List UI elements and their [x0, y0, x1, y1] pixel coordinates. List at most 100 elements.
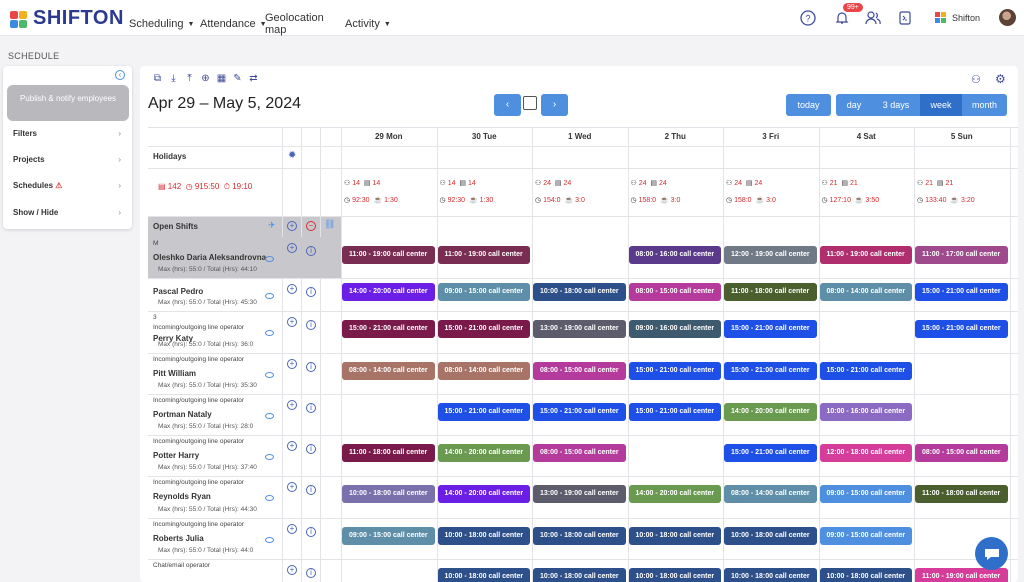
- eye-icon[interactable]: [265, 371, 274, 378]
- shift-block[interactable]: 11:00 - 18:00 call center: [342, 443, 435, 462]
- employee-name[interactable]: Pitt William: [153, 369, 196, 378]
- shift-block[interactable]: 08:00 - 14:00 call center: [437, 361, 530, 380]
- info-icon[interactable]: i: [306, 403, 316, 413]
- shift-block[interactable]: 10:00 - 18:00 call center: [724, 567, 817, 582]
- add-user-icon[interactable]: ⊕: [200, 73, 211, 84]
- previous-week-button[interactable]: ‹: [494, 94, 521, 116]
- eye-icon[interactable]: [265, 330, 274, 336]
- shift-block[interactable]: 09:00 - 15:00 call center: [342, 526, 435, 545]
- shift-block[interactable]: 10:00 - 18:00 call center: [342, 485, 435, 503]
- eye-icon[interactable]: [265, 292, 274, 299]
- calendar-picker-icon[interactable]: [523, 96, 537, 110]
- nav-activity[interactable]: Activity ▼: [345, 12, 395, 36]
- shift-block[interactable]: 11:00 - 17:00 call center: [915, 245, 1008, 264]
- shift-block[interactable]: 15:00 - 21:00 call center: [915, 320, 1008, 338]
- add-shift-icon[interactable]: +: [287, 359, 297, 369]
- edit-icon[interactable]: ✎: [232, 73, 243, 84]
- shift-block[interactable]: 14:00 - 20:00 call center: [628, 485, 721, 503]
- shift-block[interactable]: 08:00 - 16:00 call center: [628, 245, 721, 264]
- shift-block[interactable]: 10:00 - 18:00 call center: [533, 282, 626, 301]
- users-icon[interactable]: [864, 9, 882, 27]
- shift-block[interactable]: 11:00 - 19:00 call center: [819, 245, 912, 264]
- shift-block[interactable]: 10:00 - 18:00 call center: [628, 567, 721, 582]
- nav-scheduling[interactable]: Scheduling ▼: [129, 12, 200, 36]
- shift-block[interactable]: 08:00 - 15:00 call center: [915, 443, 1008, 462]
- employee-name[interactable]: Portman Nataly: [153, 410, 212, 419]
- collapse-sidebar-icon[interactable]: ‹: [115, 70, 125, 80]
- shift-block[interactable]: 08:00 - 14:00 call center: [724, 485, 817, 503]
- employee-name[interactable]: Oleshko Daria Aleksandrovna: [153, 253, 266, 262]
- shift-block[interactable]: 10:00 - 18:00 call center: [533, 526, 626, 545]
- copy-icon[interactable]: ⧉: [152, 73, 163, 84]
- shift-block[interactable]: 14:00 - 20:00 call center: [437, 485, 530, 503]
- info-icon[interactable]: i: [306, 568, 316, 578]
- shift-block[interactable]: 14:00 - 20:00 call center: [437, 443, 530, 462]
- shift-block[interactable]: 13:00 - 19:00 call center: [533, 485, 626, 503]
- help-icon[interactable]: ?: [799, 9, 817, 27]
- nav-attendance[interactable]: Attendance ▼: [200, 12, 267, 36]
- shift-block[interactable]: 10:00 - 18:00 call center: [437, 567, 530, 582]
- link-icon[interactable]: ⛓: [324, 219, 335, 230]
- team-icon[interactable]: ⚇: [971, 73, 981, 86]
- calendar-grid-icon[interactable]: ▦: [216, 73, 227, 84]
- shift-block[interactable]: 08:00 - 15:00 call center: [533, 361, 626, 380]
- shift-block[interactable]: 15:00 - 21:00 call center: [724, 320, 817, 338]
- info-icon[interactable]: i: [306, 527, 316, 537]
- publish-notify-button[interactable]: Publish & notify employees: [7, 85, 129, 121]
- download-icon[interactable]: ⤓: [168, 73, 179, 84]
- today-button[interactable]: today: [786, 94, 831, 116]
- company-icon[interactable]: [932, 9, 950, 27]
- view-month-button[interactable]: month: [962, 94, 1007, 116]
- upload-icon[interactable]: ⤒: [184, 73, 195, 84]
- employee-name[interactable]: Pascal Pedro: [153, 287, 203, 296]
- eye-icon[interactable]: [265, 453, 274, 460]
- add-open-shift-icon[interactable]: +: [287, 221, 297, 231]
- shift-block[interactable]: 10:00 - 18:00 call center: [819, 567, 912, 582]
- shift-block[interactable]: 08:00 - 15:00 call center: [533, 443, 626, 462]
- employee-name[interactable]: Reynolds Ryan: [153, 492, 211, 501]
- sidebar-item-schedules[interactable]: Schedules ⚠ ›: [13, 181, 121, 190]
- shift-block[interactable]: 15:00 - 21:00 call center: [628, 361, 721, 380]
- add-shift-icon[interactable]: +: [287, 284, 297, 294]
- shift-block[interactable]: 15:00 - 21:00 call center: [724, 361, 817, 380]
- add-shift-icon[interactable]: +: [287, 565, 297, 575]
- info-icon[interactable]: i: [306, 362, 316, 372]
- shift-block[interactable]: 10:00 - 18:00 call center: [628, 526, 721, 545]
- view-week-button[interactable]: week: [920, 94, 962, 116]
- shift-block[interactable]: 11:00 - 19:00 call center: [437, 245, 530, 264]
- shift-block[interactable]: 14:00 - 20:00 call center: [342, 282, 435, 301]
- shift-block[interactable]: 08:00 - 15:00 call center: [628, 282, 721, 301]
- shift-block[interactable]: 12:00 - 18:00 call center: [819, 443, 912, 462]
- timesheet-icon[interactable]: [896, 9, 914, 27]
- shift-block[interactable]: 09:00 - 16:00 call center: [628, 320, 721, 338]
- info-icon[interactable]: i: [306, 246, 316, 256]
- eye-icon[interactable]: [265, 536, 274, 543]
- shift-block[interactable]: 14:00 - 20:00 call center: [724, 402, 817, 421]
- shift-block[interactable]: 15:00 - 21:00 call center: [342, 320, 435, 338]
- user-name[interactable]: Shifton: [952, 13, 980, 23]
- shifton-logo[interactable]: SHIFTON: [10, 7, 124, 30]
- shift-block[interactable]: 11:00 - 18:00 call center: [915, 485, 1008, 503]
- shift-block[interactable]: 12:00 - 19:00 call center: [724, 245, 817, 264]
- shift-block[interactable]: 09:00 - 15:00 call center: [819, 526, 912, 545]
- add-shift-icon[interactable]: +: [287, 524, 297, 534]
- shift-block[interactable]: 09:00 - 15:00 call center: [437, 282, 530, 301]
- shift-block[interactable]: 15:00 - 21:00 call center: [533, 402, 626, 421]
- add-shift-icon[interactable]: +: [287, 317, 297, 327]
- info-icon[interactable]: i: [306, 320, 316, 330]
- shift-block[interactable]: 10:00 - 18:00 call center: [533, 567, 626, 582]
- shift-block[interactable]: 15:00 - 21:00 call center: [724, 443, 817, 462]
- shift-block[interactable]: 10:00 - 16:00 call center: [819, 402, 912, 421]
- shift-block[interactable]: 10:00 - 18:00 call center: [437, 526, 530, 545]
- nav-geolocation-map[interactable]: Geolocation map: [265, 12, 345, 36]
- shift-block[interactable]: 10:00 - 18:00 call center: [724, 526, 817, 545]
- pin-icon[interactable]: ✈: [268, 220, 276, 231]
- eye-icon[interactable]: [265, 412, 274, 419]
- avatar[interactable]: [999, 9, 1016, 26]
- holidays-settings-icon[interactable]: ✹: [288, 150, 296, 161]
- shift-block[interactable]: 09:00 - 15:00 call center: [819, 485, 912, 503]
- info-icon[interactable]: i: [306, 287, 316, 297]
- shift-block[interactable]: 15:00 - 21:00 call center: [437, 402, 530, 421]
- info-icon[interactable]: i: [306, 485, 316, 495]
- add-shift-icon[interactable]: +: [287, 482, 297, 492]
